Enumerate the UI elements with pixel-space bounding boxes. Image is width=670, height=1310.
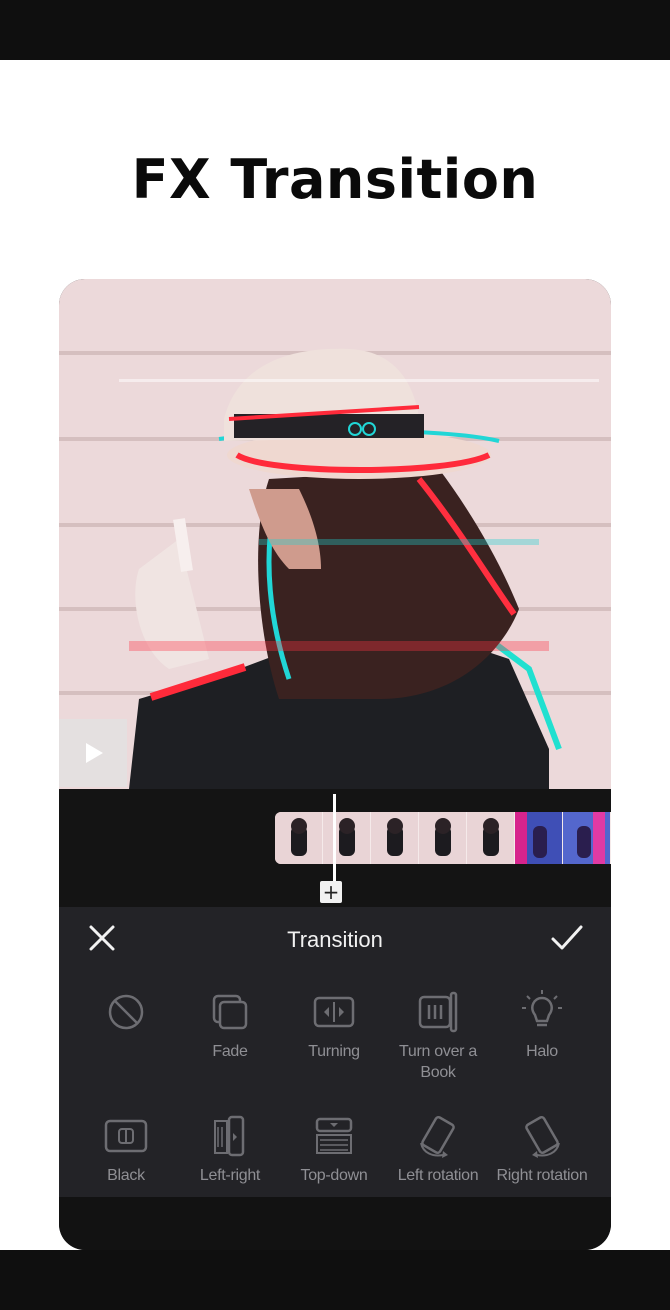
clip-frame: [467, 812, 515, 864]
black-icon: [104, 1119, 148, 1153]
add-transition-button[interactable]: +: [320, 881, 342, 903]
halo-icon: [522, 990, 562, 1027]
fade-icon: [212, 994, 248, 1030]
transition-option-black[interactable]: Black: [73, 1113, 179, 1186]
left-right-icon: [214, 1115, 245, 1157]
transition-panel: Transition Fade Turning Turn over a Book…: [59, 907, 611, 1197]
turning-icon: [313, 996, 355, 1028]
promo-headline: FX Transition: [131, 148, 539, 211]
clip-frame: [371, 812, 419, 864]
clip-frame: [419, 812, 467, 864]
transition-label: Left rotation: [397, 1167, 479, 1184]
transition-option-right-rotation[interactable]: Right rotation: [489, 1113, 595, 1186]
transition-option-turning[interactable]: Turning: [281, 989, 387, 1062]
clip-frame: [323, 812, 371, 864]
transition-option-none[interactable]: [73, 989, 179, 1041]
transition-option-halo[interactable]: Halo: [489, 989, 595, 1062]
transition-label: Halo: [526, 1043, 558, 1060]
phone-screen: + Transition Fade Turning Turn over a Bo…: [59, 279, 611, 1250]
left-rotation-icon: [420, 1115, 455, 1158]
transition-option-top-down[interactable]: Top-down: [281, 1113, 387, 1186]
panel-title: Transition: [287, 927, 383, 952]
clip-frame: [515, 812, 563, 864]
play-button[interactable]: [59, 719, 127, 787]
playhead[interactable]: [333, 794, 336, 882]
book-icon: [418, 991, 458, 1033]
bottom-black-bar: [0, 1250, 670, 1310]
panel-header: Transition: [59, 907, 611, 971]
transition-label: Turning: [308, 1043, 360, 1060]
phone-footer: [59, 1197, 611, 1250]
transition-label: Top-down: [300, 1167, 368, 1184]
right-rotation-icon: [525, 1115, 560, 1158]
transition-option-left-rotation[interactable]: Left rotation: [385, 1113, 491, 1186]
clip-track[interactable]: [275, 812, 611, 864]
transition-label: Turn over a Book: [399, 1043, 477, 1081]
play-icon: [86, 743, 103, 763]
transition-option-left-right[interactable]: Left-right: [177, 1113, 283, 1186]
glitch-portrait-image: [119, 348, 599, 789]
transition-label: Left-right: [199, 1167, 261, 1184]
transition-label: Black: [107, 1167, 145, 1184]
transition-option-fade[interactable]: Fade: [177, 989, 283, 1062]
none-icon: [108, 994, 144, 1030]
clip-timeline[interactable]: +: [59, 789, 611, 907]
transition-label: Right rotation: [496, 1167, 588, 1184]
confirm-button[interactable]: [549, 921, 585, 955]
top-black-bar: [0, 0, 670, 60]
top-down-icon: [315, 1117, 353, 1154]
transition-option-turn-over-a-book[interactable]: Turn over a Book: [385, 989, 491, 1083]
checkmark-icon: [551, 925, 583, 950]
transition-label: Fade: [212, 1043, 248, 1060]
video-preview: [59, 279, 611, 789]
clip-frame: [275, 812, 323, 864]
clip-frame: [563, 812, 611, 864]
